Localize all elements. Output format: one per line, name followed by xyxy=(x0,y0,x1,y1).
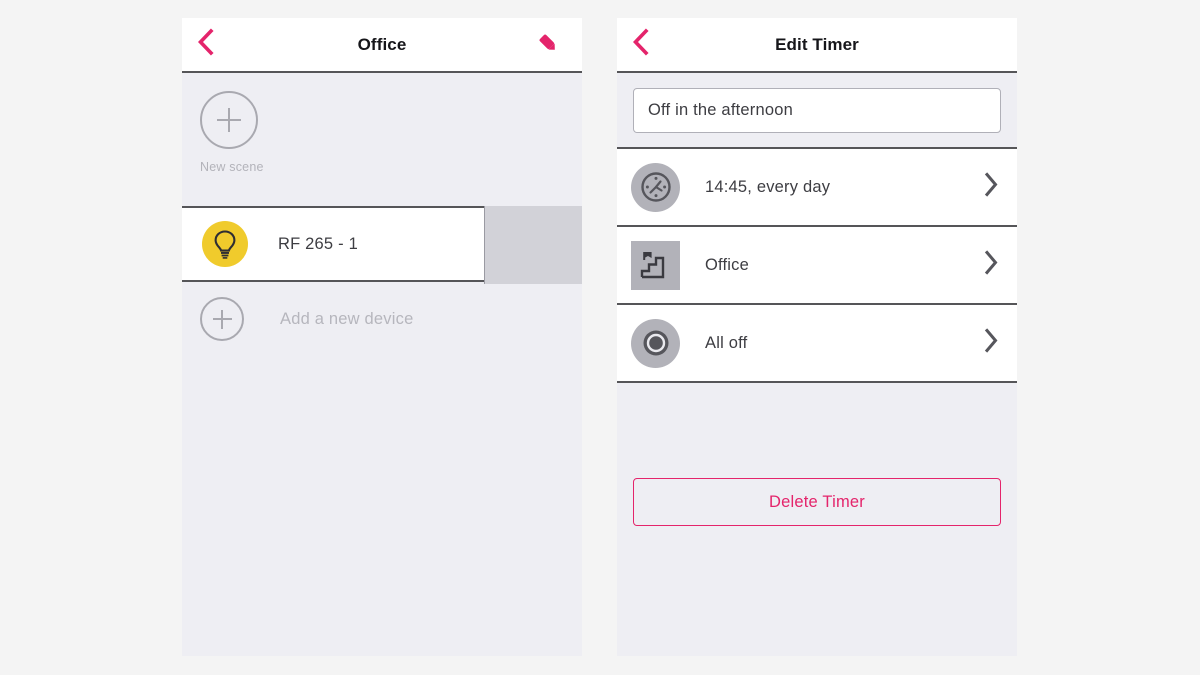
device-row-rf265[interactable]: RF 265 - 1 xyxy=(182,206,582,284)
back-button[interactable] xyxy=(182,18,228,72)
chevron-right-icon xyxy=(984,172,999,202)
scenes-strip: New scene xyxy=(182,73,582,208)
pencil-icon xyxy=(536,31,560,60)
timer-schedule-label: 14:45, every day xyxy=(705,177,831,196)
chevron-left-icon xyxy=(632,28,649,61)
stairs-icon xyxy=(631,240,680,290)
timer-name-input[interactable] xyxy=(633,88,1001,133)
chevron-left-icon xyxy=(197,28,214,61)
timer-name-field-wrap xyxy=(617,73,1017,149)
add-device-label: Add a new device xyxy=(280,309,414,328)
device-name: RF 265 - 1 xyxy=(278,234,358,253)
chevron-right-icon xyxy=(984,328,999,358)
clock-icon xyxy=(631,162,680,212)
target-icon xyxy=(631,318,680,368)
right-navbar: Edit Timer xyxy=(617,18,1017,73)
edit-timer-panel: Edit Timer 14:45, every day xyxy=(617,18,1017,656)
left-navbar: Office xyxy=(182,18,582,73)
page-title: Edit Timer xyxy=(775,34,859,54)
new-scene-button[interactable] xyxy=(200,91,258,149)
new-scene-label: New scene xyxy=(200,160,264,174)
screen: Office New scene RF 265 - 1 Add a new de… xyxy=(0,0,1200,675)
delete-timer-button[interactable]: Delete Timer xyxy=(633,478,1001,526)
dimmer-slider-panel[interactable] xyxy=(484,206,582,284)
office-panel: Office New scene RF 265 - 1 Add a new de… xyxy=(182,18,582,656)
edit-button[interactable] xyxy=(526,18,570,73)
timer-action-row[interactable]: All off xyxy=(617,305,1017,383)
timer-room-label: Office xyxy=(705,255,749,274)
page-title: Office xyxy=(357,34,407,54)
delete-timer-zone: Delete Timer xyxy=(617,383,1017,526)
add-device-row[interactable]: Add a new device xyxy=(182,282,582,356)
chevron-right-icon xyxy=(984,250,999,280)
lightbulb-icon xyxy=(202,221,248,267)
plus-circle-icon xyxy=(200,297,244,341)
timer-action-label: All off xyxy=(705,333,748,352)
timer-room-row[interactable]: Office xyxy=(617,227,1017,305)
back-button[interactable] xyxy=(617,18,663,72)
timer-schedule-row[interactable]: 14:45, every day xyxy=(617,149,1017,227)
